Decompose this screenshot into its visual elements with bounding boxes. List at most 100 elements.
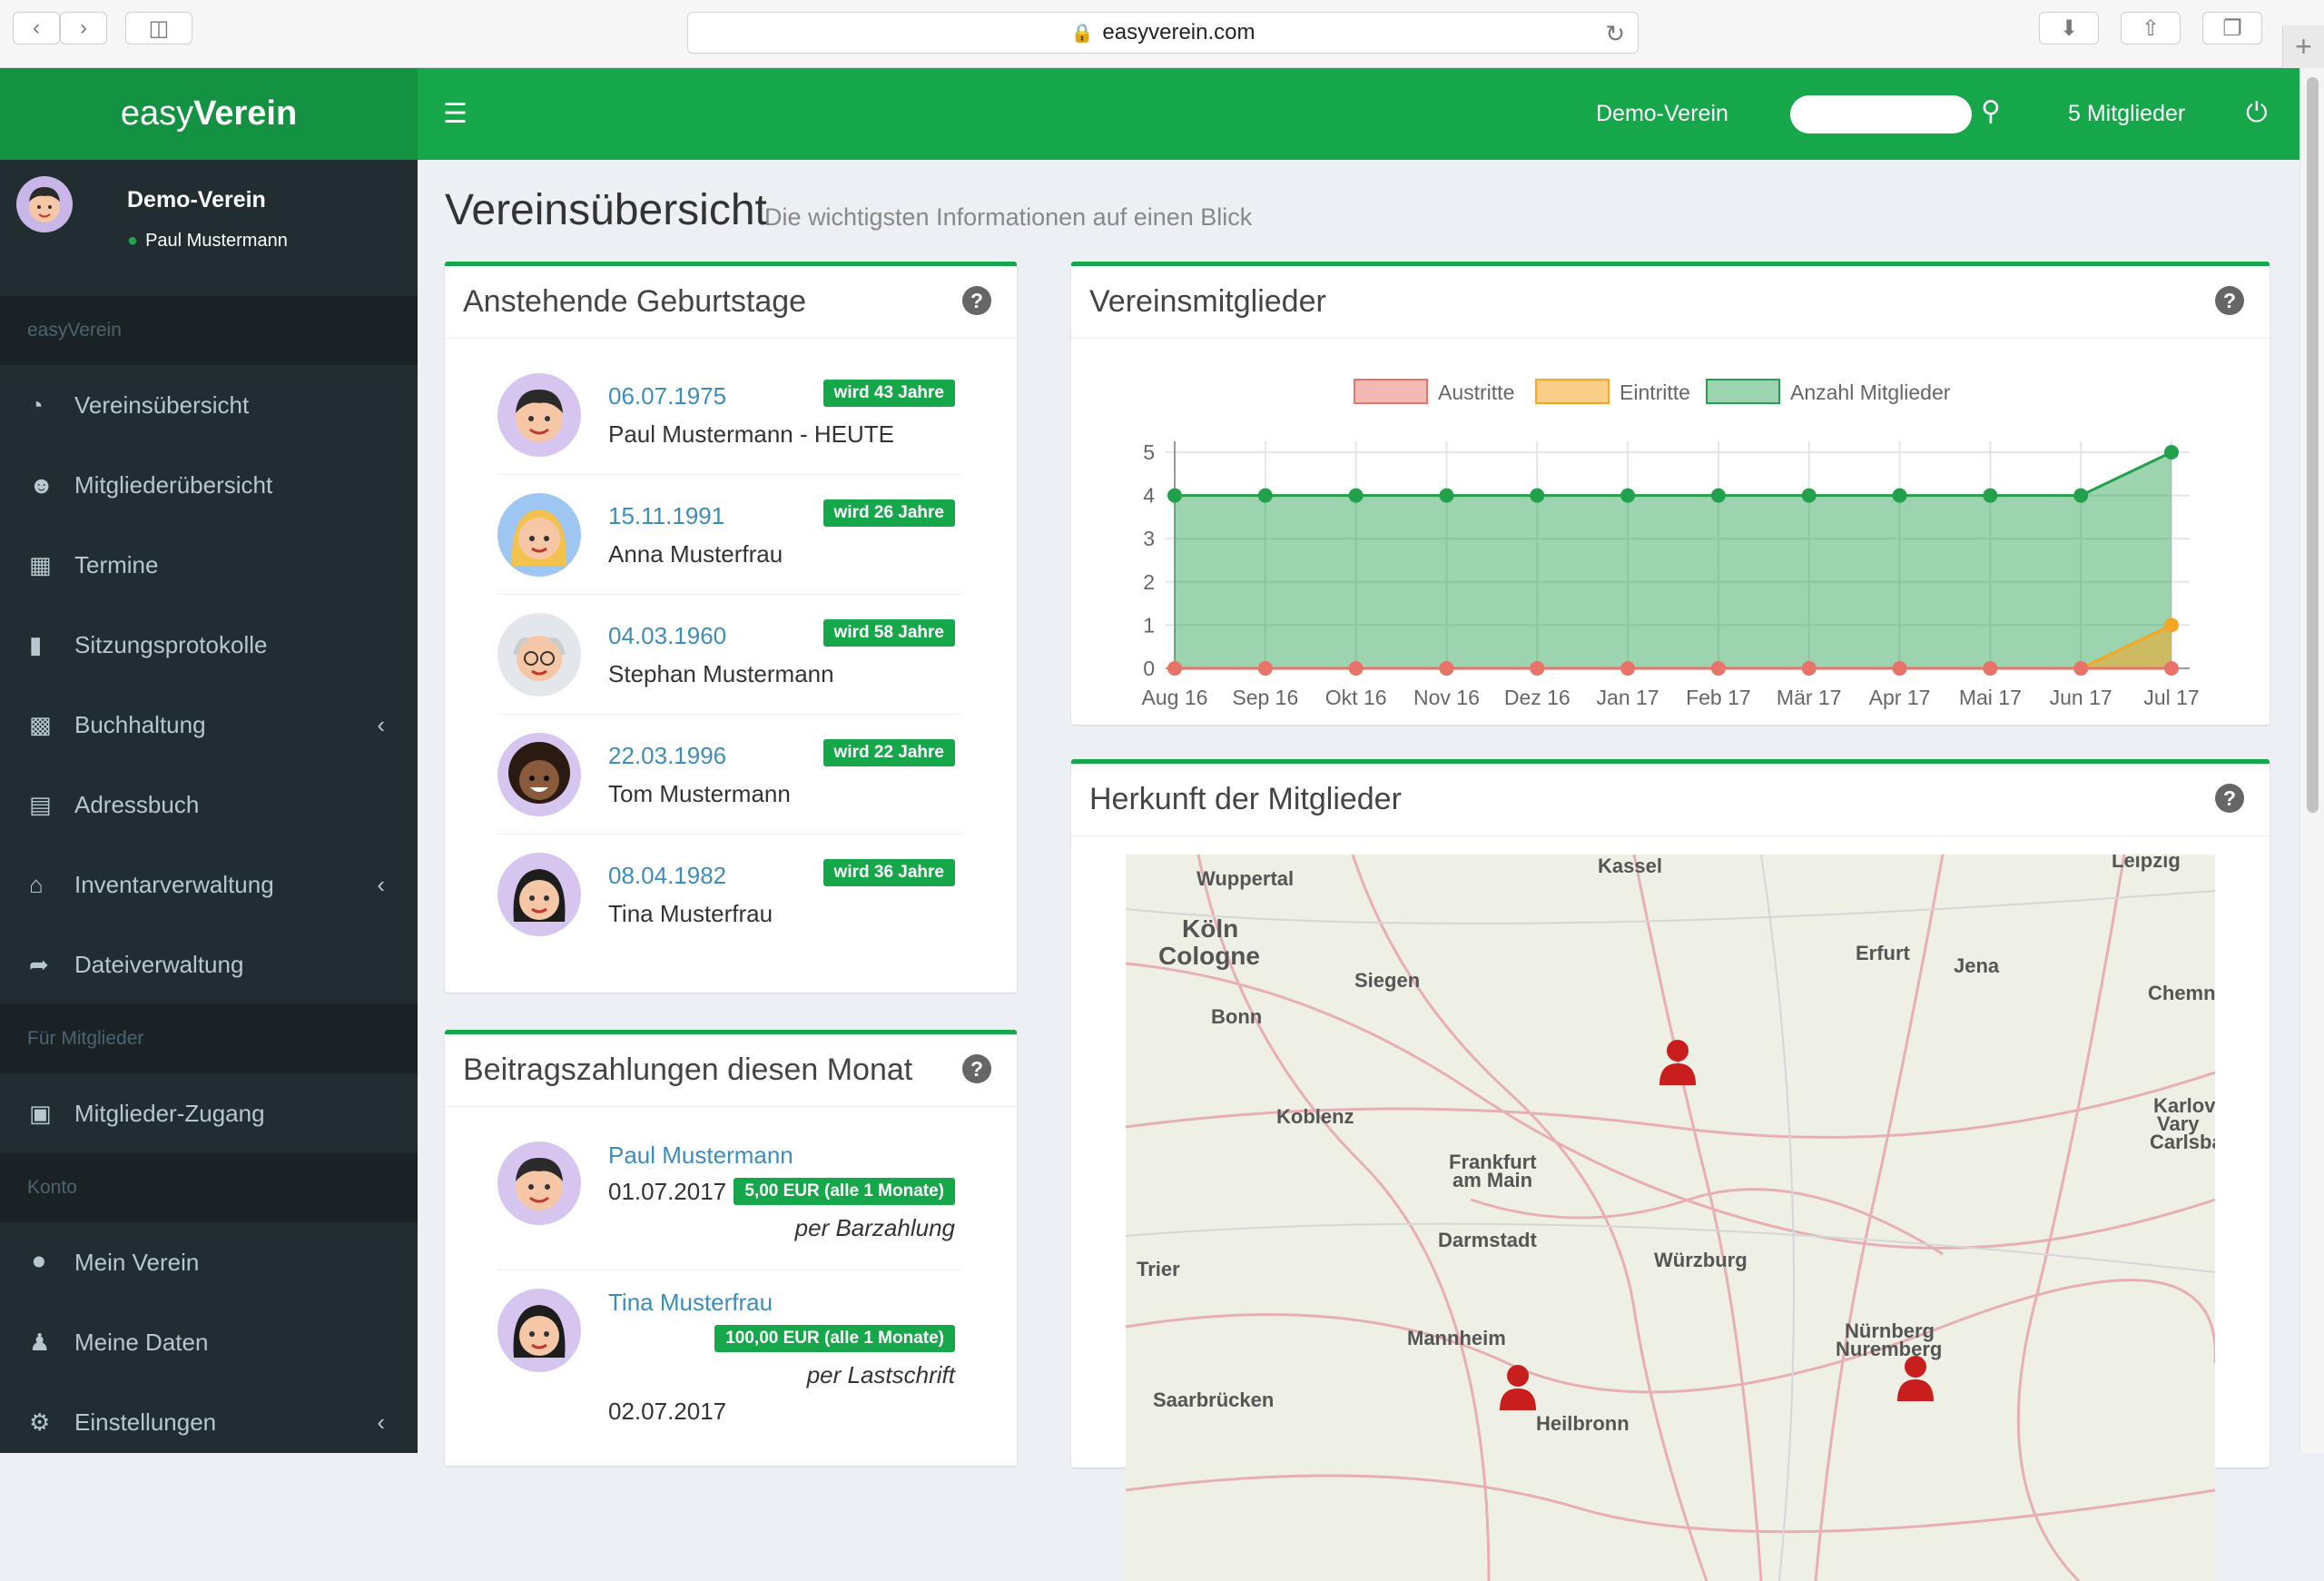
tabs-button[interactable]: ❐ bbox=[2202, 12, 2262, 44]
back-button[interactable]: ‹ bbox=[13, 12, 60, 44]
map-city-label: Bonn bbox=[1211, 1005, 1263, 1028]
birthday-name: Stephan Mustermann bbox=[608, 660, 834, 687]
help-icon[interactable]: ? bbox=[962, 286, 991, 315]
app-logo[interactable]: easy Verein bbox=[0, 68, 418, 160]
payment-name[interactable]: Tina Musterfrau bbox=[608, 1289, 773, 1317]
sidebar-item-vereinsuebersicht[interactable]: ◔ Vereinsübersicht bbox=[0, 365, 418, 445]
sidebar-item-adressbuch[interactable]: ▤ Adressbuch bbox=[0, 765, 418, 845]
page-scrollbar[interactable] bbox=[2299, 68, 2324, 1453]
forward-button[interactable]: › bbox=[60, 12, 107, 44]
help-icon[interactable]: ? bbox=[2215, 286, 2244, 315]
sidebar-item-buchhaltung[interactable]: ▩ Buchhaltung ‹ bbox=[0, 685, 418, 765]
payment-date: 01.07.2017 bbox=[608, 1178, 727, 1205]
birthday-date[interactable]: 15.11.1991 bbox=[608, 502, 724, 530]
sidebar-section-main: easyVerein bbox=[0, 296, 418, 365]
chart-legend-label: Eintritte bbox=[1620, 380, 1690, 404]
sidebar-item-meine-daten[interactable]: ♟ Meine Daten bbox=[0, 1302, 418, 1382]
sidebar-item-dateiverwaltung[interactable]: ➦ Dateiverwaltung bbox=[0, 924, 418, 1004]
search-input[interactable] bbox=[1790, 95, 1972, 133]
map-city-label: Leipzig bbox=[2112, 855, 2181, 872]
avatar bbox=[497, 733, 581, 816]
sidebar-item-einstellungen[interactable]: ⚙ Einstellungen ‹ bbox=[0, 1382, 418, 1462]
chart-point bbox=[2073, 488, 2089, 503]
share-button[interactable]: ⇧ bbox=[2121, 12, 2181, 44]
chart-point bbox=[1801, 661, 1817, 676]
map-city-label: Köln bbox=[1182, 914, 1239, 943]
payment-method: per Lastschrift bbox=[806, 1361, 955, 1388]
chart-xtick-label: Aug 16 bbox=[1142, 686, 1208, 709]
reload-icon[interactable]: ↻ bbox=[1605, 20, 1625, 48]
sidebar-item-inventarverwaltung[interactable]: ⌂ Inventarverwaltung ‹ bbox=[0, 845, 418, 924]
birthday-date[interactable]: 22.03.1996 bbox=[608, 742, 726, 770]
age-badge: wird 43 Jahre bbox=[822, 380, 955, 407]
payment-method: per Barzahlung bbox=[794, 1214, 955, 1241]
calendar-icon: ▦ bbox=[29, 550, 52, 578]
age-badge: wird 26 Jahre bbox=[822, 499, 955, 527]
sidebar-item-label: Termine bbox=[74, 550, 159, 578]
birthday-date[interactable]: 06.07.1975 bbox=[608, 382, 726, 410]
map-city-label: Erfurt bbox=[1856, 942, 1910, 964]
page-subtitle: Die wichtigsten Informationen auf einen … bbox=[764, 203, 1253, 231]
map-city-label: Trier bbox=[1137, 1258, 1180, 1280]
home-icon: ⌂ bbox=[29, 870, 44, 898]
gear-icon: ⚙ bbox=[29, 1408, 51, 1436]
list-item: 08.04.1982 Tina Musterfrau wird 36 Jahre bbox=[497, 836, 962, 954]
sidebar-item-mein-verein[interactable]: ⚫ Mein Verein bbox=[0, 1222, 418, 1302]
payment-name[interactable]: Paul Mustermann bbox=[608, 1141, 793, 1170]
chart-legend-label: Anzahl Mitglieder bbox=[1790, 380, 1951, 404]
tag-icon: ⚫ bbox=[29, 1248, 49, 1276]
birthdays-box: Anstehende Geburtstage? 06.07.1975 Paul … bbox=[445, 262, 1017, 993]
member-count[interactable]: 5 Mitglieder bbox=[2068, 101, 2185, 127]
chart-point bbox=[2073, 661, 2089, 676]
power-icon[interactable]: ⏻ bbox=[2246, 98, 2268, 129]
address-bar[interactable]: 🔒 easyverein.com ↻ bbox=[687, 12, 1639, 54]
money-icon: ▩ bbox=[29, 710, 52, 738]
avatar bbox=[497, 373, 581, 457]
menu-icon[interactable]: ☰ bbox=[443, 98, 468, 130]
sidebar-item-mitglieder-zugang[interactable]: ▣ Mitglieder-Zugang bbox=[0, 1073, 418, 1153]
chart-point bbox=[1983, 661, 1998, 676]
map-city-label: Carlsba bbox=[2150, 1131, 2215, 1153]
birthday-date[interactable]: 04.03.1960 bbox=[608, 622, 726, 650]
chart-ytick-label: 5 bbox=[1143, 440, 1155, 464]
tabs-icon: ❐ bbox=[2222, 15, 2242, 41]
list-item: 15.11.1991 Anna Musterfrau wird 26 Jahre bbox=[497, 477, 962, 595]
help-icon[interactable]: ? bbox=[2215, 784, 2244, 813]
sidebar-item-mitglieder[interactable]: ☻ Mitgliederübersicht bbox=[0, 445, 418, 525]
new-tab-button[interactable]: + bbox=[2282, 25, 2324, 68]
avatar bbox=[497, 853, 581, 936]
member-pin-icon[interactable] bbox=[1896, 1354, 1935, 1403]
age-badge: wird 36 Jahre bbox=[822, 859, 955, 886]
chart-point bbox=[1348, 661, 1364, 676]
birthdays-header: Anstehende Geburtstage? bbox=[445, 266, 1017, 339]
help-icon[interactable]: ? bbox=[962, 1054, 991, 1083]
chart-xtick-label: Apr 17 bbox=[1869, 686, 1931, 709]
club-name[interactable]: Demo-Verein bbox=[1596, 101, 1728, 127]
chart-ytick-label: 1 bbox=[1143, 613, 1155, 637]
scrollbar-thumb[interactable] bbox=[2307, 77, 2319, 813]
sidebar-toggle-button[interactable]: ◫ bbox=[125, 12, 192, 44]
user-panel: Demo-Verein ● Paul Mustermann bbox=[0, 160, 418, 296]
members-map[interactable]: Wuppertal Köln Cologne Bonn Siegen Kasse… bbox=[1126, 855, 2215, 1581]
birthday-date[interactable]: 08.04.1982 bbox=[608, 862, 726, 890]
download-button[interactable]: ⬇ bbox=[2039, 12, 2099, 44]
avatar bbox=[497, 613, 581, 697]
chart-point bbox=[1983, 488, 1998, 503]
origin-map-box: Herkunft der Mitglieder? Wuppertal Köln … bbox=[1071, 759, 2270, 1581]
page-title: Vereinsübersicht bbox=[445, 186, 767, 234]
list-item: Tina Musterfrau 100,00 EUR (alle 1 Monat… bbox=[497, 1272, 962, 1454]
birthday-name: Paul Mustermann - HEUTE bbox=[608, 420, 894, 448]
member-pin-icon[interactable] bbox=[1658, 1038, 1698, 1087]
chart-xtick-label: Jan 17 bbox=[1597, 686, 1659, 709]
search-icon[interactable]: ⚲ bbox=[1981, 95, 2001, 127]
chart-point bbox=[1439, 661, 1454, 676]
birthday-name: Anna Musterfrau bbox=[608, 540, 783, 568]
sidebar-item-sitzungsprotokolle[interactable]: ▮ Sitzungsprotokolle bbox=[0, 605, 418, 685]
sidebar-item-label: Meine Daten bbox=[74, 1328, 209, 1356]
payment-badge: 100,00 EUR (alle 1 Monate) bbox=[714, 1325, 955, 1352]
sidebar-item-termine[interactable]: ▦ Termine bbox=[0, 525, 418, 605]
chart-point bbox=[1439, 488, 1454, 503]
map-city-label: Heilbronn bbox=[1536, 1412, 1630, 1435]
map-city-label: Mannheim bbox=[1407, 1327, 1506, 1349]
member-pin-icon[interactable] bbox=[1498, 1363, 1538, 1412]
